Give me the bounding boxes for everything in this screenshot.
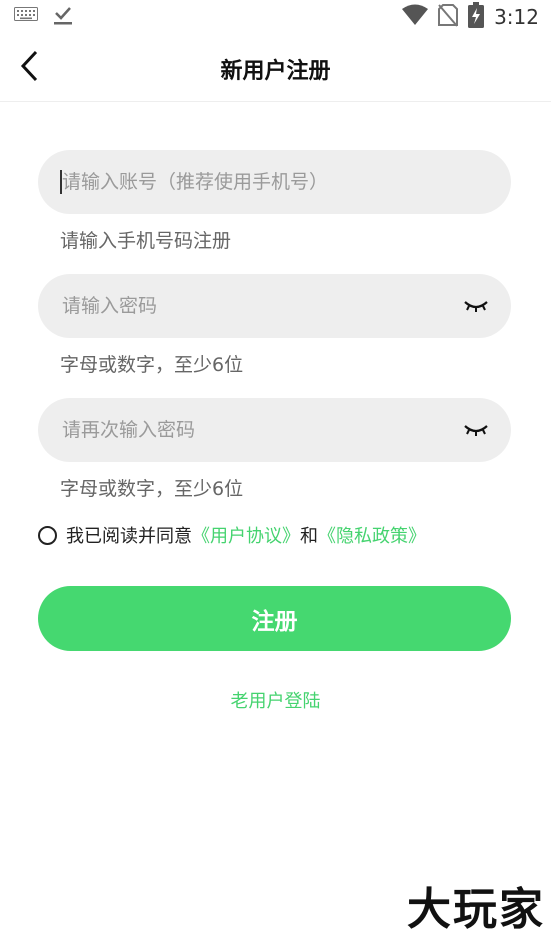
privacy-policy-link[interactable]: 《隐私政策》 — [318, 522, 426, 548]
agreement-radio[interactable] — [38, 525, 57, 545]
confirm-password-hint: 字母或数字，至少6位 — [60, 478, 244, 500]
navigation-bar: 新用户注册 — [0, 34, 551, 102]
wifi-icon — [402, 4, 429, 30]
battery-charging-icon — [468, 2, 485, 32]
password-input[interactable] — [62, 274, 442, 338]
confirm-password-input[interactable] — [62, 398, 442, 462]
register-button[interactable]: 注册 — [38, 586, 511, 651]
account-input[interactable] — [62, 150, 442, 214]
password-field-container[interactable] — [38, 274, 511, 338]
watermark-logo: 大玩家 — [407, 884, 545, 935]
password-hint: 字母或数字，至少6位 — [60, 354, 244, 376]
download-done-icon — [52, 4, 74, 30]
account-hint: 请输入手机号码注册 — [60, 230, 232, 252]
confirm-password-field-container[interactable] — [38, 398, 511, 462]
agreement-row: 我已阅读并同意 《用户协议》 和 《隐私政策》 — [38, 522, 426, 548]
agreement-prefix: 我已阅读并同意 — [66, 526, 192, 547]
status-bar: 3:12 — [0, 0, 551, 34]
eye-closed-icon[interactable] — [463, 296, 489, 316]
existing-user-login-link[interactable]: 老用户登陆 — [0, 687, 551, 713]
page-title: 新用户注册 — [220, 59, 331, 84]
status-time: 3:12 — [494, 5, 539, 29]
account-field-container[interactable] — [38, 150, 511, 214]
keyboard-icon — [14, 7, 38, 27]
user-agreement-link[interactable]: 《用户协议》 — [192, 522, 300, 548]
eye-closed-icon[interactable] — [463, 420, 489, 440]
agreement-and: 和 — [300, 526, 318, 547]
no-sim-icon — [438, 3, 459, 31]
